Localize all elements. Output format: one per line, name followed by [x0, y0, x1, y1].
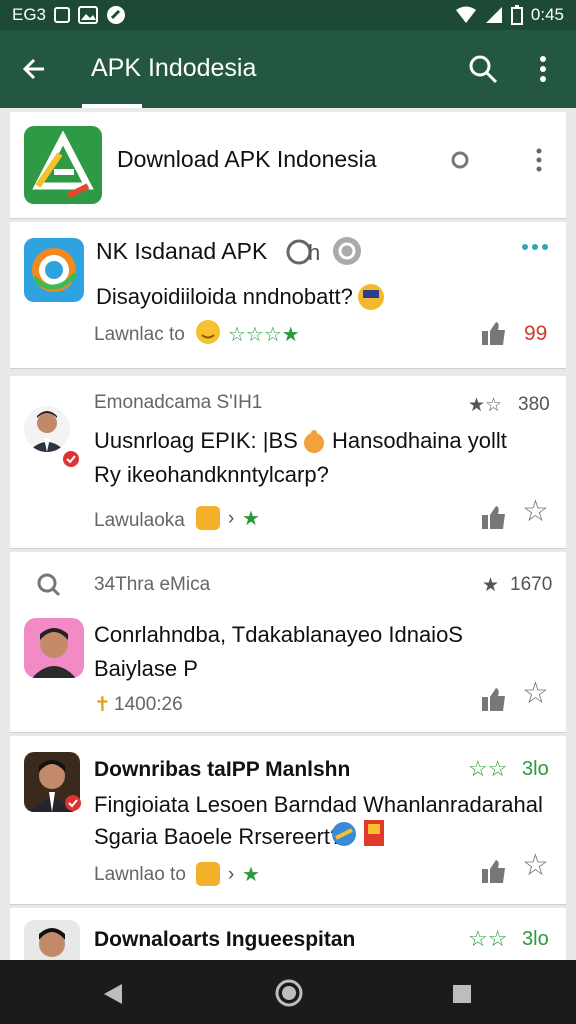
overflow-dots-icon[interactable]: [520, 240, 550, 254]
avatar: [24, 406, 70, 452]
item-body-line-2: Baiylase P: [94, 656, 198, 681]
app-bar-title: APK Indodesia: [91, 54, 257, 82]
item-title: NK Isdanad APK: [96, 238, 268, 264]
nav-recents-icon[interactable]: [452, 984, 472, 1004]
item-footer: Lawnlac to: [94, 324, 185, 345]
avatar: [24, 618, 84, 678]
star-icon: ★: [242, 864, 260, 886]
item-body-line-1: Uusnrloag EPIK: |BS: [94, 428, 298, 453]
chevron-right-icon: ›: [228, 508, 235, 529]
item-rating: 1670: [510, 574, 553, 595]
item-rating: 3lo: [522, 758, 549, 780]
badge-icon: [333, 237, 361, 265]
search-icon[interactable]: [466, 52, 500, 86]
sync-icon: [107, 6, 126, 24]
app-badge-icon: [196, 506, 220, 530]
like-count: 99: [524, 322, 548, 345]
status-left-text: EG3: [12, 5, 47, 24]
thumbs-up-icon[interactable]: [478, 684, 508, 714]
list-item[interactable]: 34Thra eMica ★ 1670 Conrlahndba, Tdakabl…: [10, 552, 566, 733]
item-title-extra: h: [308, 240, 321, 265]
app-bar: APK Indodesia: [0, 30, 576, 108]
item-body: Disayoidiiloida nndnobatt?: [96, 284, 353, 309]
verified-badge-icon: [65, 795, 81, 811]
status-bar: EG3 0:45: [0, 0, 576, 30]
item-rating: 380: [518, 394, 550, 415]
item-body-line-1: Fingioiata Lesoen Barndad Whanlanradarah…: [94, 792, 543, 817]
item-body-line-2: Sgaria Baoele Rrsereert?: [94, 824, 343, 849]
character-icon: [358, 284, 384, 310]
status-time: 0:45: [530, 5, 564, 24]
pin-icon: ✝: [94, 694, 111, 716]
favorite-star-icon[interactable]: ☆: [522, 848, 549, 883]
chevron-right-icon: ›: [228, 864, 235, 885]
search-small-icon: [37, 573, 61, 597]
list-item[interactable]: Emonadcama S'IH1 ★☆ 380 Uusnrloag EPIK: …: [10, 376, 566, 549]
battery-icon: [510, 5, 523, 25]
apk-indonesia-logo: [24, 126, 102, 204]
item-footer: Lawulaoka: [94, 510, 185, 531]
list-item[interactable]: Downribas taIPP Manlshn ☆☆ 3lo Fingioiat…: [10, 736, 566, 905]
item-title: Downaloarts Ingueespitan: [94, 928, 356, 951]
thumbs-up-icon[interactable]: [478, 502, 508, 532]
globe-icon: [332, 822, 356, 846]
item-body-line-1: Conrlahndba, Tdakablanayeo IdnaioS: [94, 622, 463, 647]
rating-stars-icon: ☆☆: [468, 756, 508, 781]
photo-icon: [78, 6, 99, 24]
navigation-bar: [0, 960, 576, 1024]
star-icon: ★: [242, 508, 260, 530]
item-time: 1400:26: [114, 694, 183, 715]
item-meta: 34Thra eMica: [94, 574, 211, 595]
card-more-icon[interactable]: [532, 146, 546, 176]
list-item[interactable]: NK Isdanad APK h Disayoidiiloida nndnoba…: [10, 222, 566, 369]
item-rating: 3lo: [522, 928, 549, 950]
favorite-star-icon[interactable]: ☆: [522, 494, 549, 529]
item-meta: Emonadcama S'IH1: [94, 392, 263, 413]
nav-back-icon[interactable]: [102, 982, 124, 1006]
header-title: Download APK Indonesia: [117, 146, 377, 172]
signal-icon: [485, 7, 502, 23]
star-rating-icon: ☆☆☆★: [228, 324, 300, 346]
rating-star-icon: ★☆: [468, 395, 503, 416]
header-card[interactable]: Download APK Indonesia: [10, 112, 566, 219]
thumbs-up-icon[interactable]: [478, 318, 508, 348]
item-body-line-3: Ry ikeohandknntylcarp?: [94, 462, 329, 487]
item-body-line-2: Hansodhaina yollt: [332, 428, 507, 453]
app-badge-icon: [196, 862, 220, 886]
nav-home-icon[interactable]: [274, 978, 304, 1008]
favorite-star-icon[interactable]: ☆: [522, 676, 549, 711]
verified-badge-icon: [63, 451, 79, 467]
rating-stars-icon: ☆☆: [468, 926, 508, 951]
bookmark-icon: [364, 820, 384, 846]
item-title: Downribas taIPP Manlshn: [94, 758, 351, 781]
more-vert-icon[interactable]: [532, 52, 554, 86]
wifi-icon: [455, 6, 476, 23]
hand-icon: [304, 430, 324, 453]
back-arrow-icon[interactable]: [18, 52, 52, 86]
item-footer: Lawnlao to: [94, 864, 186, 885]
emoji-icon: [196, 320, 220, 344]
status-circle-icon: [451, 151, 469, 169]
app-icon: [24, 238, 84, 302]
rating-star-icon: ★: [482, 575, 500, 596]
notification-icon: [54, 7, 71, 23]
thumbs-up-icon[interactable]: [478, 856, 508, 886]
tab-indicator: [82, 104, 142, 108]
